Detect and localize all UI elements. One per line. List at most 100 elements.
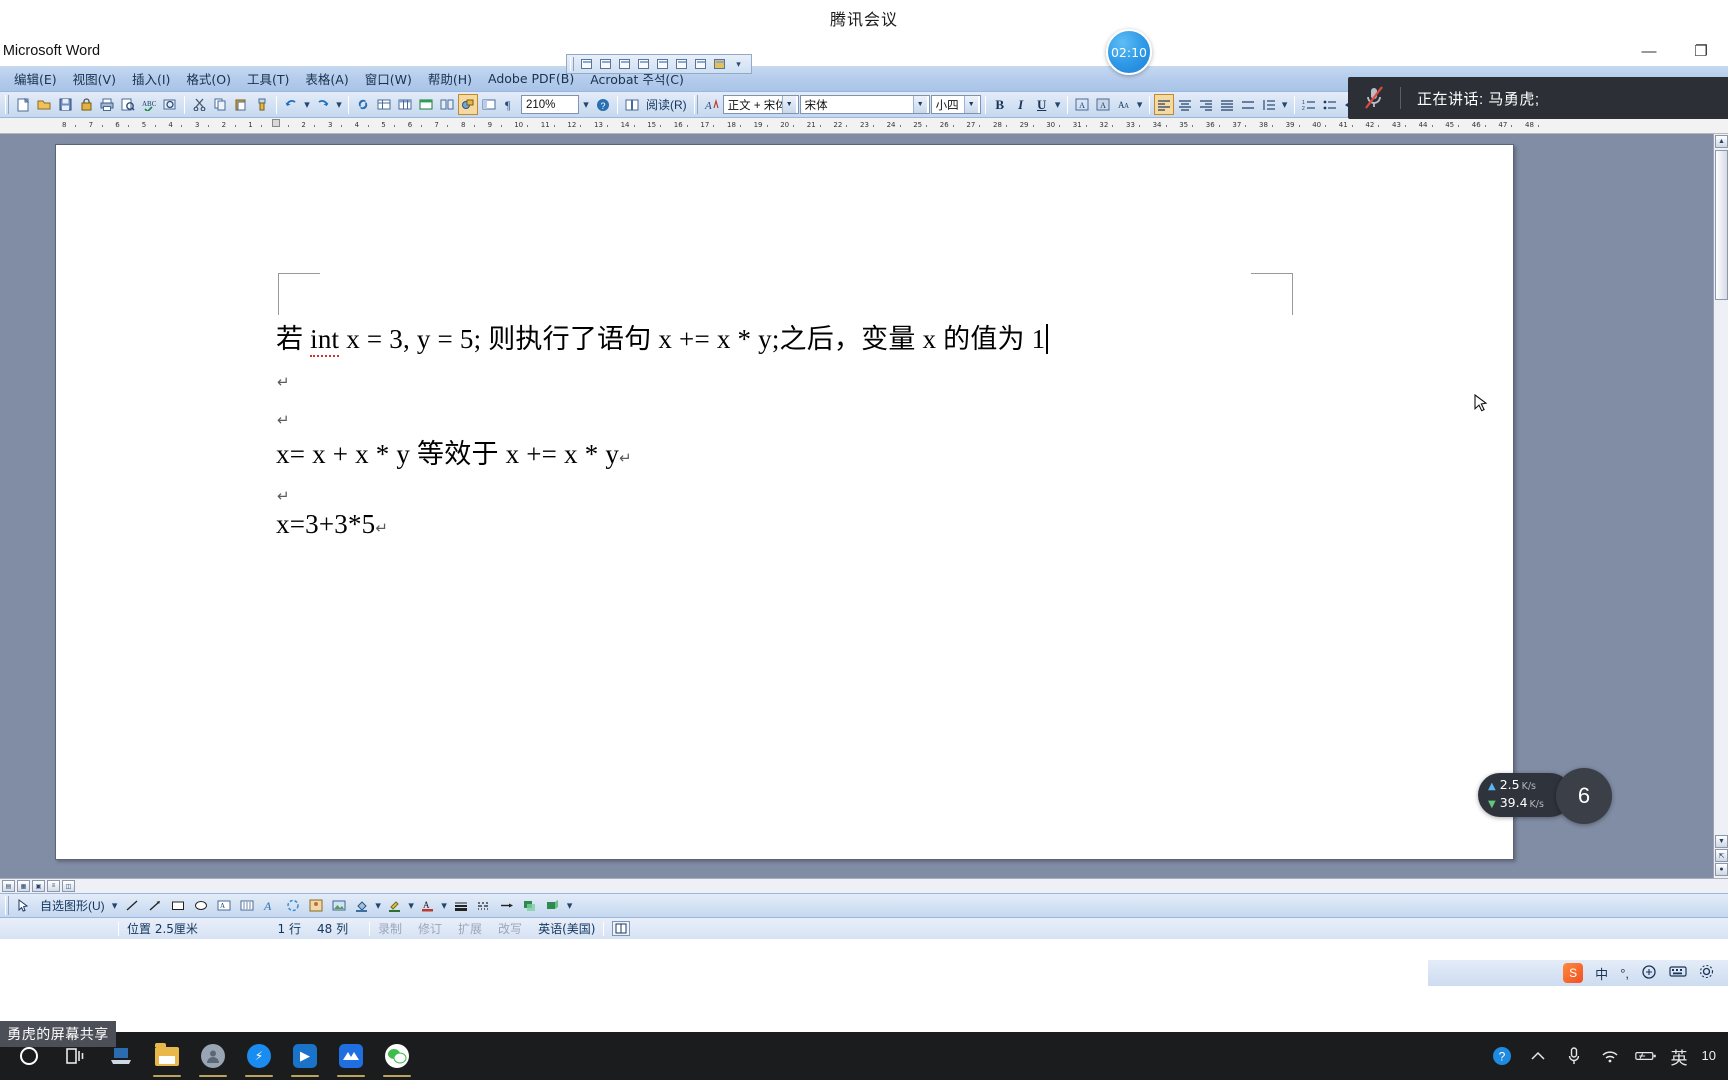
toolbar-grip-standard[interactable] — [5, 95, 9, 114]
copy-icon[interactable] — [210, 94, 230, 115]
distributed-align-icon[interactable] — [1238, 94, 1258, 115]
menu-item-tools[interactable]: 工具(T) — [239, 66, 297, 91]
menu-item-edit[interactable]: 编辑(E) — [6, 66, 65, 91]
status-spellcheck-icon-wrap[interactable] — [604, 921, 638, 936]
show-formatting-marks-icon[interactable]: ¶ — [500, 94, 520, 115]
ime-halfwidth-icon[interactable]: °, — [1620, 966, 1629, 981]
align-right-icon[interactable] — [1196, 94, 1216, 115]
meeting-speaking-panel[interactable]: 正在讲话: 马勇虎; — [1348, 77, 1728, 119]
menu-item-window[interactable]: 窗口(W) — [357, 66, 420, 91]
tray-ime-label[interactable]: 英 — [1671, 1044, 1688, 1069]
rectangle-icon[interactable] — [167, 896, 189, 916]
arrow-icon[interactable] — [144, 896, 166, 916]
scroll-down-button[interactable]: ▼ — [1715, 835, 1728, 848]
redo-icon[interactable] — [313, 94, 333, 115]
wechat-icon[interactable] — [374, 1032, 420, 1080]
toolbar-grip-drawing[interactable] — [5, 896, 9, 915]
document-line-1[interactable]: 若 int x = 3, y = 5; 则执行了语句 x += x * y;之后… — [276, 317, 1049, 357]
italic-button[interactable]: I — [1011, 94, 1031, 115]
menu-item-format[interactable]: 格式(O) — [178, 66, 239, 91]
ime-punctuation-icon[interactable] — [1641, 964, 1657, 982]
toolbar-grip[interactable] — [570, 57, 574, 71]
underline-dropdown-icon[interactable]: ▾ — [1053, 94, 1063, 115]
tencent-meeting-icon[interactable] — [328, 1032, 374, 1080]
left-indent-marker[interactable] — [272, 119, 280, 127]
arrow-style-icon[interactable] — [496, 896, 518, 916]
styles-and-formatting-icon[interactable]: A — [702, 94, 722, 115]
open-icon[interactable] — [34, 94, 54, 115]
text-box-icon[interactable]: A — [213, 896, 235, 916]
status-extend-selection[interactable]: 扩展 — [450, 920, 490, 937]
accept-change-icon[interactable] — [654, 56, 671, 72]
line-spacing-dropdown-icon[interactable]: ▾ — [1280, 94, 1290, 115]
reading-layout-label[interactable]: 阅读(R) — [643, 96, 690, 113]
undo-dropdown-icon[interactable]: ▾ — [302, 94, 312, 115]
vertical-scroll-thumb[interactable] — [1715, 150, 1728, 300]
select-browse-object-button[interactable]: ● — [1715, 863, 1728, 876]
character-shading-icon[interactable]: A — [1093, 94, 1113, 115]
floating-mini-toolbar[interactable]: ▾ — [566, 54, 752, 74]
document-line-5[interactable]: x=3+3*5↵ — [276, 509, 388, 540]
document-area[interactable]: 若 int x = 3, y = 5; 则执行了语句 x += x * y;之后… — [0, 134, 1728, 878]
new-document-icon[interactable] — [13, 94, 33, 115]
align-center-icon[interactable] — [1175, 94, 1195, 115]
insert-table-icon[interactable] — [395, 94, 415, 115]
character-border-icon[interactable]: A — [1072, 94, 1092, 115]
autoshapes-label[interactable]: 自选图形(U) — [36, 897, 109, 914]
wordart-icon[interactable]: A — [259, 896, 281, 916]
normal-view-button[interactable]: ▤ — [2, 880, 15, 892]
insert-footnote-icon[interactable] — [578, 56, 595, 72]
reviewing-pane-icon[interactable] — [711, 56, 728, 72]
zoom-combo[interactable]: 210% — [521, 95, 579, 114]
help-icon[interactable]: ? — [1491, 1044, 1513, 1068]
drawing-toolbar-options-icon[interactable]: ▾ — [565, 896, 575, 916]
next-change-icon[interactable] — [635, 56, 652, 72]
taskbar-clock[interactable]: 10 — [1702, 1048, 1716, 1064]
wifi-icon[interactable] — [1599, 1044, 1621, 1068]
bold-button[interactable]: B — [990, 94, 1010, 115]
numbered-list-icon[interactable]: 12 — [1299, 94, 1319, 115]
clip-art-icon[interactable] — [305, 896, 327, 916]
new-comment-icon[interactable] — [692, 56, 709, 72]
permission-icon[interactable] — [76, 94, 96, 115]
character-scaling-icon[interactable]: AA — [1114, 94, 1134, 115]
meeting-timer-bubble[interactable]: 02:10 — [1106, 29, 1152, 75]
3d-style-icon[interactable] — [542, 896, 564, 916]
microphone-muted-icon[interactable] — [1348, 85, 1400, 111]
document-line-3[interactable]: x= x + x * y 等效于 x += x * y↵ — [276, 432, 632, 471]
reject-change-icon[interactable] — [673, 56, 690, 72]
justify-icon[interactable] — [1217, 94, 1237, 115]
line-color-icon[interactable] — [384, 896, 406, 916]
paste-icon[interactable] — [231, 94, 251, 115]
font-size-combo[interactable]: 小四 ▼ — [930, 95, 981, 114]
ime-keyboard-icon[interactable] — [1669, 965, 1687, 981]
align-left-icon[interactable] — [1153, 94, 1174, 115]
format-painter-icon[interactable] — [252, 94, 272, 115]
vertical-scrollbar[interactable]: ▲ ▼ ⇱ ● — [1713, 134, 1728, 878]
print-layout-view-button[interactable]: ▣ — [32, 880, 45, 892]
restore-button[interactable]: ❐ — [1692, 42, 1710, 60]
battery-icon[interactable] — [1634, 1044, 1657, 1068]
undo-icon[interactable] — [281, 94, 301, 115]
save-icon[interactable] — [55, 94, 75, 115]
view-buttons-strip[interactable]: ▤ ▦ ▣ ≡ ◫ — [0, 878, 1728, 893]
tables-and-borders-icon[interactable] — [374, 94, 394, 115]
font-size-dropdown-icon[interactable]: ▼ — [963, 96, 978, 113]
previous-change-icon[interactable] — [616, 56, 633, 72]
thunder-download-icon[interactable]: ⚡ — [236, 1032, 282, 1080]
style-dropdown-icon[interactable]: ▼ — [781, 96, 796, 113]
hyperlink-icon[interactable] — [353, 94, 373, 115]
menu-item-table[interactable]: 表格(A) — [297, 66, 356, 91]
markup-icon[interactable] — [597, 56, 614, 72]
character-scaling-dropdown-icon[interactable]: ▾ — [1135, 94, 1145, 115]
status-overtype[interactable]: 改写 — [490, 920, 530, 937]
font-dropdown-icon[interactable]: ▼ — [912, 96, 927, 113]
status-record[interactable]: 录制 — [370, 920, 410, 937]
font-color-dropdown-icon-drawing[interactable]: ▾ — [440, 896, 449, 916]
document-map-icon[interactable] — [479, 94, 499, 115]
status-language[interactable]: 英语(美国) — [530, 920, 603, 937]
dash-style-icon[interactable] — [473, 896, 495, 916]
line-color-dropdown-icon[interactable]: ▾ — [407, 896, 416, 916]
select-objects-icon[interactable] — [13, 896, 35, 916]
font-color-icon-drawing[interactable]: A — [417, 896, 439, 916]
